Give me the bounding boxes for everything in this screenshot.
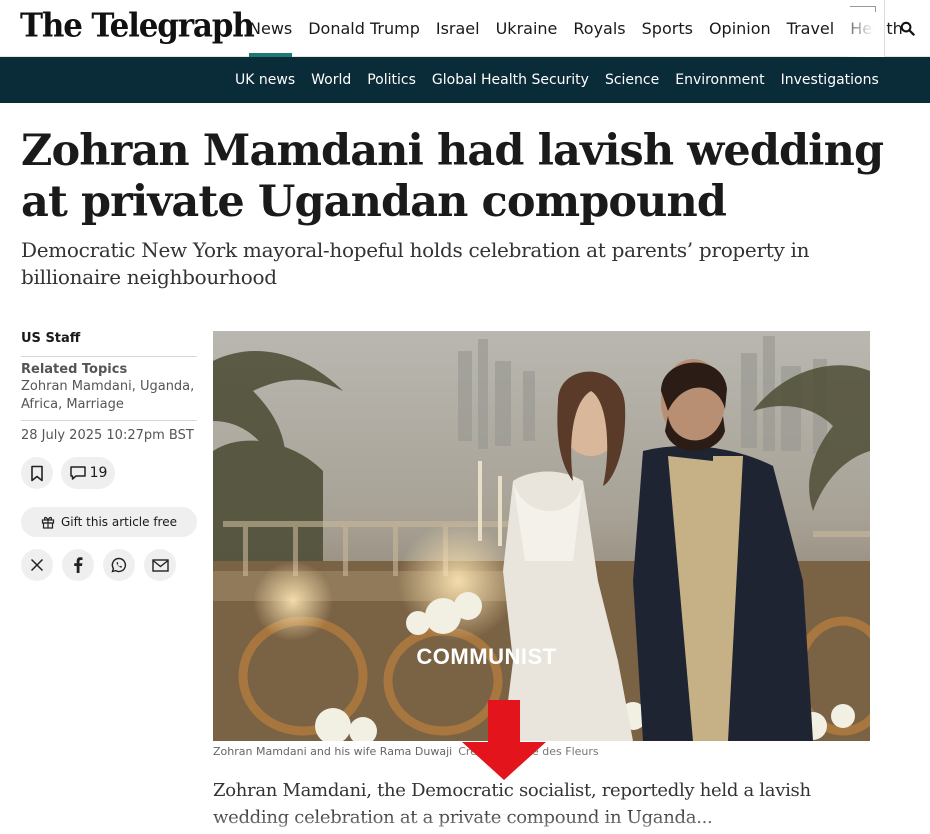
- gift-article-button[interactable]: Gift this article free: [21, 507, 197, 537]
- gift-icon: [41, 516, 55, 529]
- red-arrow-annotation: [462, 700, 546, 780]
- article-standfirst: Democratic New York mayoral-hopeful hold…: [21, 238, 810, 289]
- article-hero-image[interactable]: COMMUNIST: [213, 331, 870, 741]
- nav-item-news[interactable]: News: [241, 0, 300, 57]
- whatsapp-icon: [111, 557, 127, 573]
- article-headline: Zohran Mamdani had lavish wedding at pri…: [21, 126, 884, 227]
- share-facebook-button[interactable]: [62, 549, 94, 581]
- related-topics-list[interactable]: Zohran Mamdani, Uganda, Africa, Marriage: [21, 378, 197, 420]
- share-x-button[interactable]: [21, 549, 53, 581]
- section-subnav-bar: UK news World Politics Global Health Sec…: [0, 57, 930, 103]
- comment-count: 19: [89, 465, 108, 481]
- facebook-icon: [74, 557, 83, 573]
- nav-item-ukraine[interactable]: Ukraine: [488, 0, 566, 57]
- publish-date: 28 July 2025 10:27pm BST: [21, 428, 194, 443]
- search-icon: [900, 21, 915, 36]
- subnav-item-global-health-security[interactable]: Global Health Security: [424, 57, 597, 103]
- gift-article-label: Gift this article free: [61, 515, 177, 529]
- subnav-item-uk-news[interactable]: UK news: [227, 57, 303, 103]
- article-meta-sidebar: US Staff Related Topics Zohran Mamdani, …: [21, 330, 197, 581]
- search-button[interactable]: [884, 0, 930, 57]
- caption-text: Zohran Mamdani and his wife Rama Duwaji: [213, 745, 453, 758]
- nav-item-royals[interactable]: Royals: [565, 0, 633, 57]
- bookmark-icon: [31, 465, 43, 481]
- nav-item-opinion[interactable]: Opinion: [701, 0, 779, 57]
- comment-icon: [69, 466, 86, 480]
- image-overlay-label: COMMUNIST: [416, 644, 557, 669]
- primary-nav: News Donald Trump Israel Ukraine Royals …: [241, 0, 911, 57]
- subnav-item-environment[interactable]: Environment: [667, 57, 772, 103]
- wedding-photo-illustration: [213, 331, 870, 741]
- related-topics-heading: Related Topics: [21, 362, 128, 377]
- top-navigation-bar: The Telegraph News Donald Trump Israel U…: [0, 0, 930, 57]
- subnav-item-science[interactable]: Science: [597, 57, 667, 103]
- article-actions: 19: [21, 457, 197, 489]
- nav-scroll-indicator: [850, 6, 876, 12]
- x-icon: [30, 558, 44, 572]
- telegraph-logo[interactable]: The Telegraph: [20, 7, 255, 45]
- article-body-paragraph: Zohran Mamdani, the Democratic socialist…: [213, 777, 813, 834]
- nav-item-sports[interactable]: Sports: [634, 0, 701, 57]
- share-buttons: [21, 549, 197, 581]
- nav-item-donald-trump[interactable]: Donald Trump: [300, 0, 428, 57]
- nav-item-israel[interactable]: Israel: [428, 0, 488, 57]
- author-name[interactable]: US Staff: [21, 330, 197, 356]
- nav-item-travel[interactable]: Travel: [779, 0, 843, 57]
- comments-button[interactable]: 19: [61, 457, 115, 489]
- section-subnav: UK news World Politics Global Health Sec…: [227, 57, 887, 103]
- email-icon: [151, 558, 169, 572]
- bookmark-button[interactable]: [21, 457, 53, 489]
- subnav-item-investigations[interactable]: Investigations: [773, 57, 887, 103]
- divider: [21, 356, 197, 357]
- subnav-item-politics[interactable]: Politics: [359, 57, 424, 103]
- share-whatsapp-button[interactable]: [103, 549, 135, 581]
- subnav-item-world[interactable]: World: [303, 57, 359, 103]
- share-email-button[interactable]: [144, 549, 176, 581]
